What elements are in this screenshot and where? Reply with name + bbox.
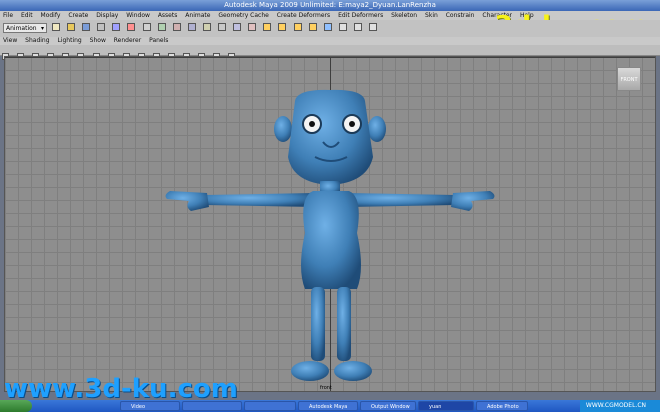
ipr-render-icon[interactable] [353, 23, 362, 31]
mask-surfaces-icon[interactable] [187, 23, 196, 31]
right-leg [337, 287, 351, 361]
left-leg [311, 287, 325, 361]
taskbar-button-output[interactable]: Output Window [360, 401, 416, 411]
menu-window[interactable]: Window [123, 11, 153, 20]
menu-display[interactable]: Display [93, 11, 121, 20]
mask-dynamics-icon[interactable] [218, 23, 227, 31]
taskbar-button-maya[interactable]: Autodesk Maya [298, 401, 358, 411]
front-viewport[interactable]: FRONT front [4, 56, 656, 392]
right-foot [334, 361, 372, 381]
menu-geometry-cache[interactable]: Geometry Cache [215, 11, 271, 20]
taskbar-button-3[interactable] [244, 401, 296, 411]
windows-taskbar: Video Autodesk Maya Output Window yuan A… [0, 400, 660, 412]
mask-joints-icon[interactable] [157, 23, 166, 31]
panel-menu-show[interactable]: Show [87, 37, 109, 45]
save-scene-icon[interactable] [82, 23, 91, 31]
menu-create-deformers[interactable]: Create Deformers [274, 11, 333, 20]
snap-curve-icon[interactable] [278, 23, 287, 31]
panel-menu-panels[interactable]: Panels [146, 37, 171, 45]
panel-menu-renderer[interactable]: Renderer [111, 37, 144, 45]
left-ear [274, 116, 292, 142]
select-hierarchy-icon[interactable] [97, 23, 106, 31]
right-hand [451, 191, 495, 211]
menu-animate[interactable]: Animate [182, 11, 213, 20]
snap-grid-icon[interactable] [263, 23, 272, 31]
panel-menu-lighting[interactable]: Lighting [54, 37, 84, 45]
torso [301, 191, 361, 289]
new-scene-icon[interactable] [52, 23, 60, 31]
window-title: Autodesk Maya 2009 Unlimited: E:maya2_Dy… [0, 0, 660, 11]
taskbar-button-photoshop[interactable]: Adobe Photo [476, 401, 528, 411]
camera-name-label: front [320, 385, 332, 391]
left-foot [291, 361, 329, 381]
mask-icon[interactable] [142, 23, 151, 31]
right-pupil [349, 121, 355, 127]
left-arm [205, 193, 315, 207]
history-icon[interactable] [323, 23, 332, 31]
select-component-icon[interactable] [127, 23, 136, 31]
snap-point-icon[interactable] [293, 23, 302, 31]
watermark-corner: WWW.CGMODEL.CN [585, 402, 646, 409]
select-object-icon[interactable] [112, 23, 121, 31]
mask-curves-icon[interactable] [172, 23, 181, 31]
taskbar-button-video[interactable]: Video [120, 401, 180, 411]
mask-rendering-icon[interactable] [233, 23, 242, 31]
right-arm [345, 193, 455, 207]
menu-assets[interactable]: Assets [155, 11, 181, 20]
panel-menu-bar: View Shading Lighting Show Renderer Pane… [0, 37, 660, 45]
menu-file[interactable]: File [0, 11, 16, 20]
taskbar-button-yuan[interactable]: yuan [418, 401, 474, 411]
left-pupil [309, 121, 315, 127]
chevron-down-icon: ▾ [40, 25, 44, 32]
mode-select-value: Animation [6, 25, 37, 32]
mask-misc-icon[interactable] [248, 23, 257, 31]
menu-modify[interactable]: Modify [38, 11, 64, 20]
menu-edit[interactable]: Edit [18, 11, 36, 20]
taskbar-button-2[interactable] [182, 401, 242, 411]
render-frame-icon[interactable] [338, 23, 347, 31]
mode-select[interactable]: Animation ▾ [3, 23, 47, 33]
character-model[interactable] [5, 57, 656, 392]
menu-edit-deformers[interactable]: Edit Deformers [335, 11, 386, 20]
right-ear [368, 116, 386, 142]
status-line-shelf: Animation ▾ [0, 20, 660, 38]
menu-create[interactable]: Create [65, 11, 91, 20]
panel-menu-shading[interactable]: Shading [22, 37, 52, 45]
render-settings-icon[interactable] [368, 23, 377, 31]
panel-menu-view[interactable]: View [0, 37, 20, 45]
snap-plane-icon[interactable] [308, 23, 317, 31]
head [288, 89, 373, 185]
start-button[interactable] [0, 400, 32, 412]
panel-toolbar [0, 45, 660, 60]
status-line-icons [52, 23, 379, 34]
open-scene-icon[interactable] [67, 23, 76, 31]
mask-deformers-icon[interactable] [202, 23, 211, 31]
left-hand [165, 191, 209, 211]
